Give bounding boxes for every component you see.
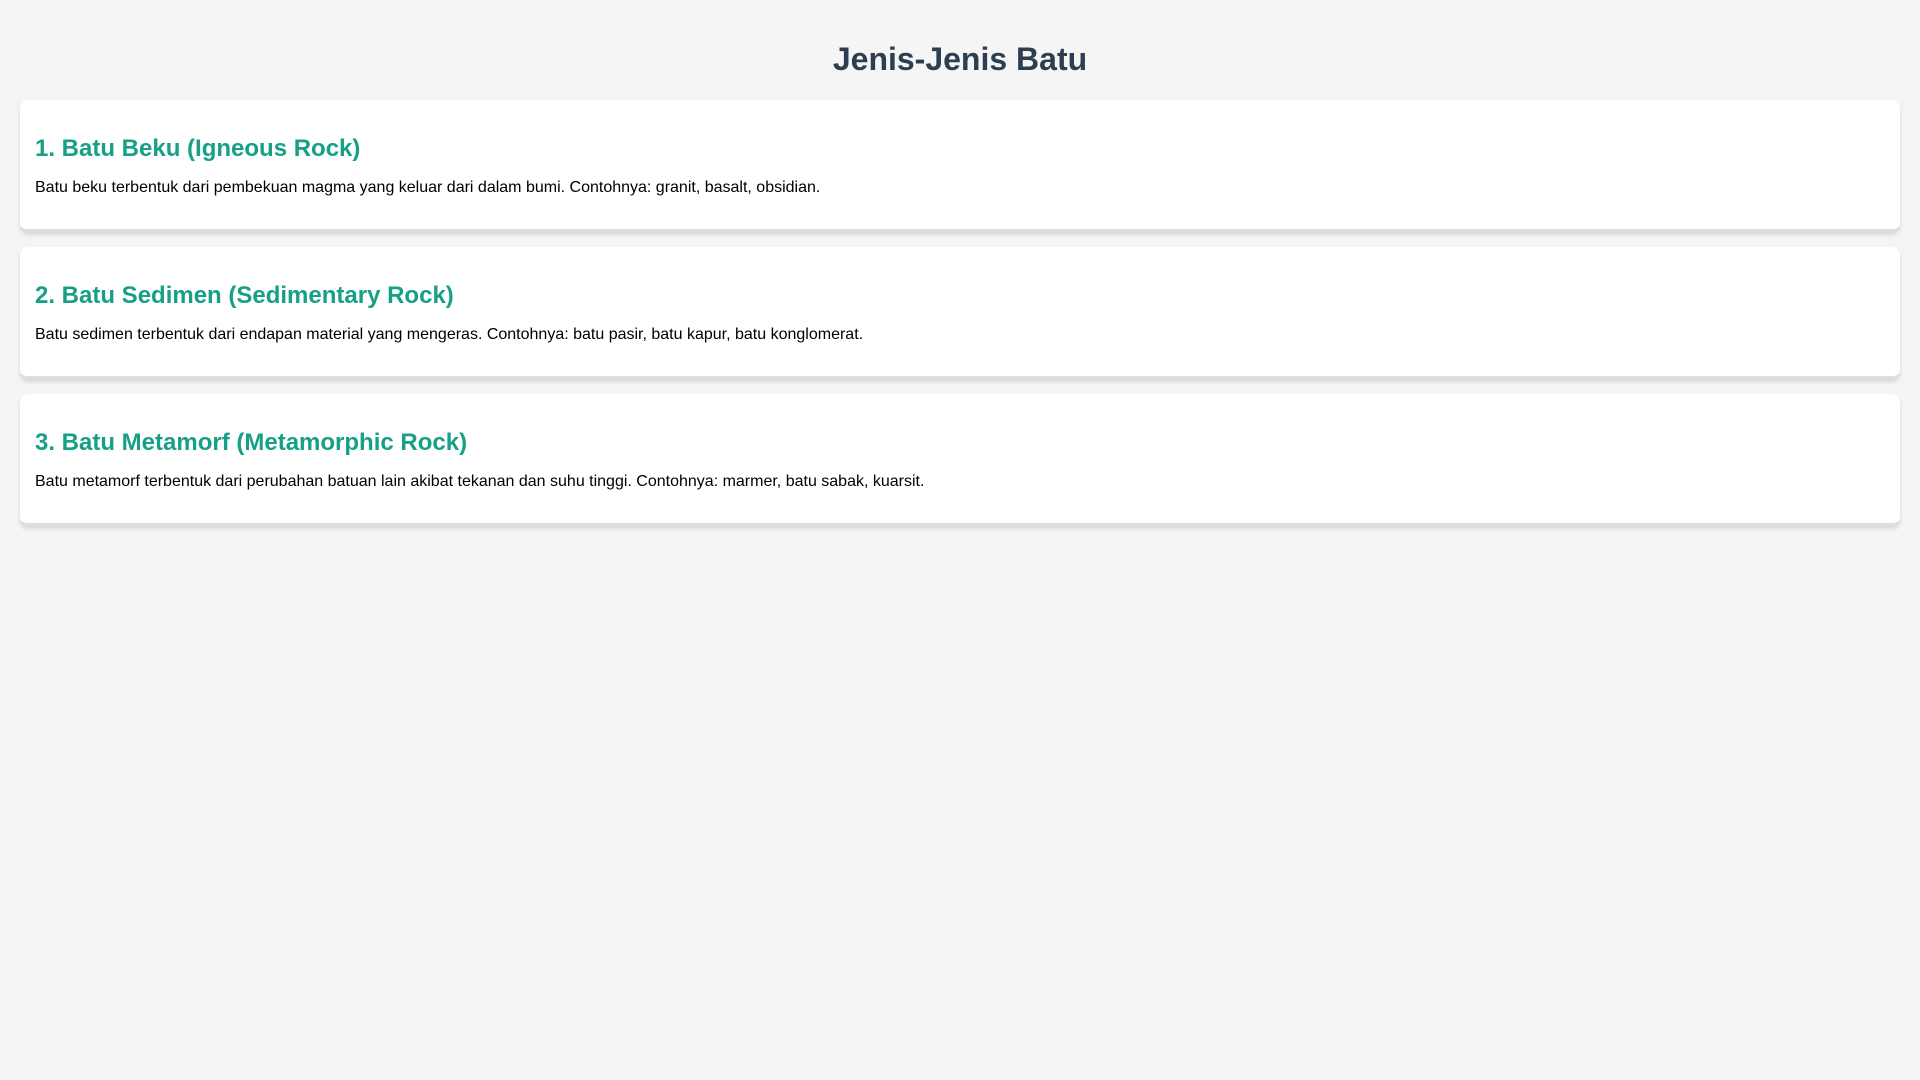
page-title: Jenis-Jenis Batu [832,41,1088,77]
section-description: Batu beku terbentuk dari pembekuan magma… [35,179,821,196]
section-heading: 3. Batu Metamorf (Metamorphic Rock) [35,429,468,456]
section-card-sedimentary: 2. Batu Sedimen (Sedimentary Rock) Batu … [20,247,1900,379]
section-description: Batu sedimen terbentuk dari endapan mate… [35,326,864,343]
section-card-igneous: 1. Batu Beku (Igneous Rock) Batu beku te… [20,100,1900,232]
section-card-metamorphic: 3. Batu Metamorf (Metamorphic Rock) Batu… [20,394,1900,526]
section-heading: 2. Batu Sedimen (Sedimentary Rock) [35,282,454,309]
page: Jenis-Jenis Batu 1. Batu Beku (Igneous R… [0,0,1920,526]
section-heading: 1. Batu Beku (Igneous Rock) [35,135,361,162]
section-description: Batu metamorf terbentuk dari perubahan b… [35,473,925,490]
